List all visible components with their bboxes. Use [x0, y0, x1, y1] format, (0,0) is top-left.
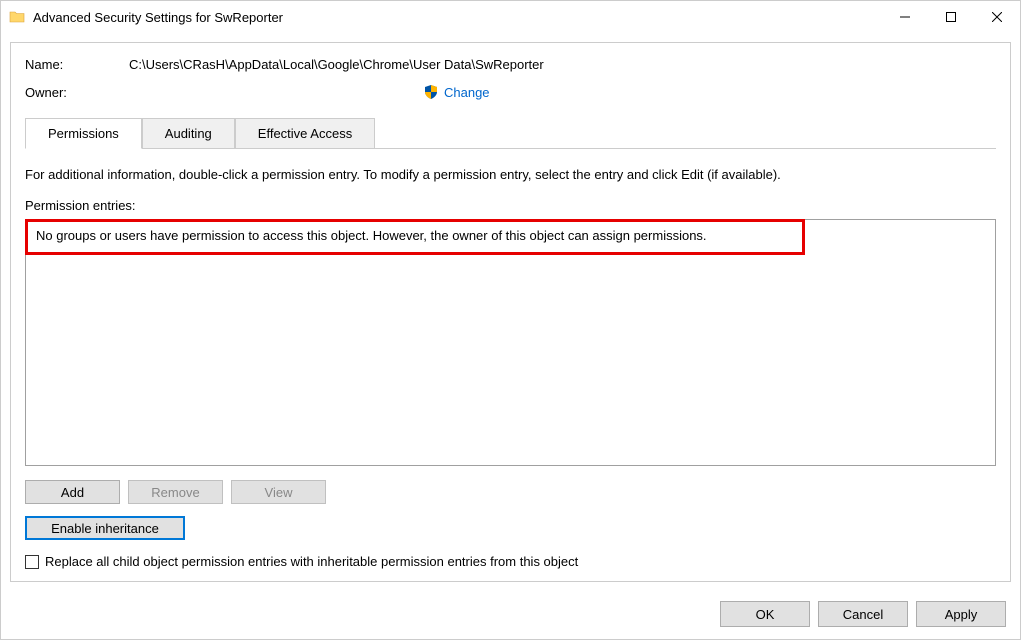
- security-settings-window: Advanced Security Settings for SwReporte…: [0, 0, 1021, 640]
- main-panel: Name: C:\Users\CRasH\AppData\Local\Googl…: [10, 42, 1011, 582]
- permission-entries-label: Permission entries:: [25, 198, 996, 213]
- window-title: Advanced Security Settings for SwReporte…: [33, 10, 882, 25]
- folder-icon: [9, 9, 25, 25]
- replace-checkbox-label[interactable]: Replace all child object permission entr…: [45, 554, 578, 569]
- tab-permissions[interactable]: Permissions: [25, 118, 142, 149]
- name-label: Name:: [25, 57, 129, 72]
- view-button: View: [231, 480, 326, 504]
- add-button[interactable]: Add: [25, 480, 120, 504]
- titlebar: Advanced Security Settings for SwReporte…: [1, 1, 1020, 33]
- enable-inheritance-button[interactable]: Enable inheritance: [25, 516, 185, 540]
- owner-row: Owner: Change: [25, 84, 996, 100]
- maximize-button[interactable]: [928, 1, 974, 33]
- name-value: C:\Users\CRasH\AppData\Local\Google\Chro…: [129, 57, 544, 72]
- replace-checkbox[interactable]: [25, 555, 39, 569]
- cancel-button[interactable]: Cancel: [818, 601, 908, 627]
- replace-checkbox-row: Replace all child object permission entr…: [25, 554, 996, 569]
- owner-label: Owner:: [25, 85, 129, 100]
- permission-entries-message: No groups or users have permission to ac…: [26, 220, 995, 251]
- window-controls: [882, 1, 1020, 33]
- tabs: Permissions Auditing Effective Access: [25, 118, 996, 149]
- change-owner-link[interactable]: Change: [444, 85, 490, 100]
- info-text: For additional information, double-click…: [25, 167, 996, 182]
- dialog-footer: OK Cancel Apply: [1, 591, 1020, 639]
- minimize-button[interactable]: [882, 1, 928, 33]
- tab-effective-access[interactable]: Effective Access: [235, 118, 375, 148]
- entry-buttons-row: Add Remove View: [25, 480, 996, 504]
- shield-icon: [423, 84, 439, 100]
- apply-button[interactable]: Apply: [916, 601, 1006, 627]
- name-row: Name: C:\Users\CRasH\AppData\Local\Googl…: [25, 57, 996, 72]
- close-button[interactable]: [974, 1, 1020, 33]
- ok-button[interactable]: OK: [720, 601, 810, 627]
- enable-inheritance-row: Enable inheritance: [25, 516, 996, 540]
- tab-auditing[interactable]: Auditing: [142, 118, 235, 148]
- remove-button: Remove: [128, 480, 223, 504]
- permission-entries-list[interactable]: No groups or users have permission to ac…: [25, 219, 996, 466]
